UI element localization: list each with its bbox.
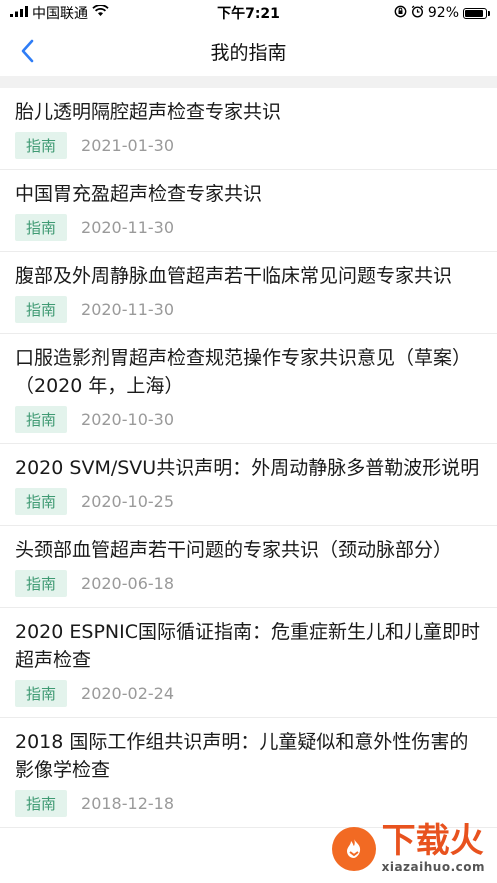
guide-title: 头颈部血管超声若干问题的专家共识（颈动脉部分） [15,539,453,561]
guide-date: 2018-12-18 [81,794,174,813]
list-item[interactable]: 2018 国际工作组共识声明：儿童疑似和意外性伤害的影像学检查指南 2018-12… [0,718,497,828]
guide-title: 口服造影剂胃超声检查规范操作专家共识意见（草案）（2020 年，上海） [15,347,472,397]
watermark-main: 下载火 [381,821,484,861]
battery-icon [463,7,490,19]
guide-date: 2020-11-30 [81,218,174,237]
watermark-text: 下载火 xiazaihuo.com [382,824,485,873]
guide-tag-badge: 指南 [15,296,68,323]
guide-tag-badge: 指南 [15,680,68,707]
guide-title: 中国胃充盈超声检查专家共识 [15,183,263,205]
guide-meta: 指南 2020-10-30 [15,406,482,433]
watermark-logo-icon [331,826,376,871]
guide-date: 2020-10-30 [81,410,174,429]
chevron-left-icon [21,39,34,63]
list-item[interactable]: 2020 ESPNIC国际循证指南：危重症新生儿和儿童即时超声检查指南 2020-… [0,608,497,718]
list-item[interactable]: 头颈部血管超声若干问题的专家共识（颈动脉部分） 指南 2020-06-18 [0,526,497,608]
guide-meta: 指南 2020-11-30 [15,296,482,323]
guide-meta: 指南 2020-06-18 [15,570,482,597]
guide-tag-badge: 指南 [15,790,68,817]
guide-tag-badge: 指南 [15,570,68,597]
guide-date: 2020-06-18 [81,574,174,593]
guide-date: 2020-02-24 [81,684,174,703]
battery-fill [465,9,484,17]
status-time: 下午7:21 [217,6,280,22]
guide-tag-badge: 指南 [15,406,68,433]
back-button[interactable] [10,34,44,68]
header-divider [0,76,497,88]
list-item[interactable]: 2020 SVM/SVU共识声明：外周动静脉多普勒波形说明指南 2020-10-2… [0,444,497,526]
guide-meta: 指南 2020-11-30 [15,214,482,241]
list-item[interactable]: 中国胃充盈超声检查专家共识指南 2020-11-30 [0,170,497,252]
list-item[interactable]: 口服造影剂胃超声检查规范操作专家共识意见（草案）（2020 年，上海） 指南 202… [0,334,497,444]
guide-list: 胎儿透明隔腔超声检查专家共识 指南 2021-01-30 中国胃充盈超声检查专家共识指… [0,88,497,828]
guide-tag-badge: 指南 [15,214,68,241]
guide-title: 2020 SVM/SVU共识声明：外周动静脉多普勒波形说明 [15,457,480,479]
guide-title: 2020 ESPNIC国际循证指南：危重症新生儿和儿童即时超声检查 [15,621,481,671]
status-bar: 中国联通 下午7:21 92% [0,0,497,26]
guide-date: 2020-10-25 [81,492,174,511]
watermark-sub: xiazaihuo.com [381,860,485,874]
guide-date: 2020-11-30 [81,300,174,319]
guide-tag-badge: 指南 [15,132,68,159]
watermark: 下载火 xiazaihuo.com [331,824,485,873]
guide-title: 2018 国际工作组共识声明：儿童疑似和意外性伤害的影像学检查 [15,731,469,781]
guide-tag-badge: 指南 [15,488,68,515]
guide-meta: 指南 2018-12-18 [15,790,482,817]
guide-meta: 指南 2021-01-30 [15,132,482,159]
list-item[interactable]: 腹部及外周静脉血管超声若干临床常见问题专家共识指南 2020-11-30 [0,252,497,334]
page-title: 我的指南 [210,41,287,64]
nav-bar: 我的指南 [0,26,497,76]
guide-title: 腹部及外周静脉血管超声若干临床常见问题专家共识 [15,265,453,287]
list-item[interactable]: 胎儿透明隔腔超声检查专家共识指南 2021-01-30 [0,88,497,170]
guide-title: 胎儿透明隔腔超声检查专家共识 [15,101,282,123]
guide-date: 2021-01-30 [81,136,174,155]
guide-meta: 指南 2020-10-25 [15,488,482,515]
guide-meta: 指南 2020-02-24 [15,680,482,707]
